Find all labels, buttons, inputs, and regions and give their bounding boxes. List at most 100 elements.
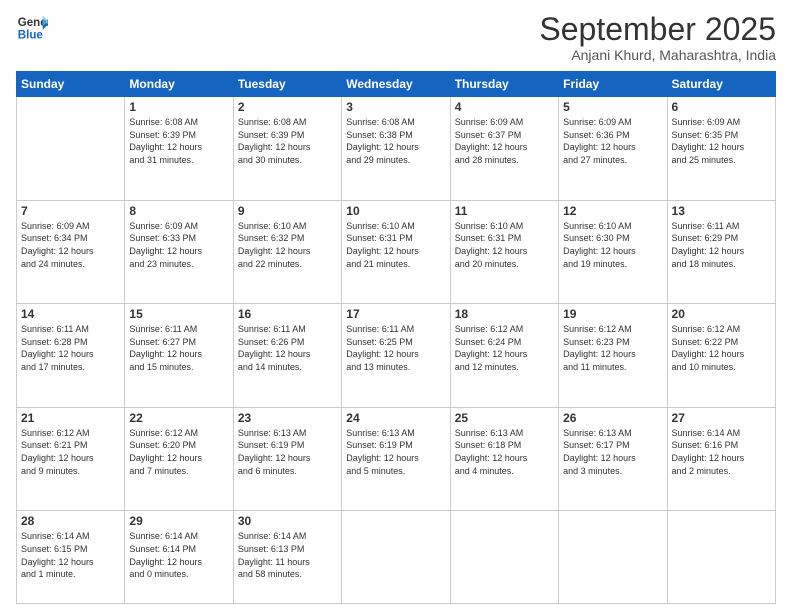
day-number: 12 (563, 204, 662, 218)
weekday-header-thursday: Thursday (450, 72, 558, 97)
day-number: 3 (346, 100, 445, 114)
header: General Blue September 2025 Anjani Khurd… (16, 12, 776, 63)
day-info: Sunrise: 6:14 AM Sunset: 6:13 PM Dayligh… (238, 530, 337, 580)
day-number: 26 (563, 411, 662, 425)
day-info: Sunrise: 6:12 AM Sunset: 6:24 PM Dayligh… (455, 323, 554, 373)
calendar-cell: 23 Sunrise: 6:13 AM Sunset: 6:19 PM Dayli… (233, 407, 341, 511)
day-info: Sunrise: 6:11 AM Sunset: 6:29 PM Dayligh… (672, 220, 771, 270)
day-number: 4 (455, 100, 554, 114)
day-number: 24 (346, 411, 445, 425)
calendar-cell: 5 Sunrise: 6:09 AM Sunset: 6:36 PM Daylig… (559, 97, 667, 201)
day-number: 18 (455, 307, 554, 321)
day-info: Sunrise: 6:09 AM Sunset: 6:36 PM Dayligh… (563, 116, 662, 166)
logo-icon: General Blue (16, 12, 48, 44)
day-info: Sunrise: 6:13 AM Sunset: 6:19 PM Dayligh… (238, 427, 337, 477)
weekday-header-sunday: Sunday (17, 72, 125, 97)
weekday-header-tuesday: Tuesday (233, 72, 341, 97)
day-number: 6 (672, 100, 771, 114)
calendar-cell: 17Sunrise: 6:11 AM Sunset: 6:25 PM Dayli… (342, 304, 450, 408)
calendar-cell: 29Sunrise: 6:14 AM Sunset: 6:14 PM Dayli… (125, 511, 233, 604)
day-number: 11 (455, 204, 554, 218)
calendar-cell (667, 511, 775, 604)
day-number: 17 (346, 307, 445, 321)
day-info: Sunrise: 6:11 AM Sunset: 6:27 PM Dayligh… (129, 323, 228, 373)
calendar-cell: 25Sunrise: 6:13 AM Sunset: 6:18 PM Dayli… (450, 407, 558, 511)
calendar-cell: 4 Sunrise: 6:09 AM Sunset: 6:37 PM Daylig… (450, 97, 558, 201)
day-number: 21 (21, 411, 120, 425)
day-info: Sunrise: 6:09 AM Sunset: 6:35 PM Dayligh… (672, 116, 771, 166)
day-info: Sunrise: 6:10 AM Sunset: 6:30 PM Dayligh… (563, 220, 662, 270)
day-info: Sunrise: 6:10 AM Sunset: 6:31 PM Dayligh… (346, 220, 445, 270)
day-info: Sunrise: 6:12 AM Sunset: 6:20 PM Dayligh… (129, 427, 228, 477)
calendar-cell: 22 Sunrise: 6:12 AM Sunset: 6:20 PM Dayli… (125, 407, 233, 511)
day-info: Sunrise: 6:14 AM Sunset: 6:15 PM Dayligh… (21, 530, 120, 580)
day-info: Sunrise: 6:10 AM Sunset: 6:31 PM Dayligh… (455, 220, 554, 270)
day-info: Sunrise: 6:13 AM Sunset: 6:18 PM Dayligh… (455, 427, 554, 477)
day-number: 20 (672, 307, 771, 321)
day-number: 19 (563, 307, 662, 321)
day-number: 1 (129, 100, 228, 114)
calendar-cell (559, 511, 667, 604)
calendar-cell: 21 Sunrise: 6:12 AM Sunset: 6:21 PM Dayli… (17, 407, 125, 511)
weekday-header-friday: Friday (559, 72, 667, 97)
calendar-cell: 24 Sunrise: 6:13 AM Sunset: 6:19 PM Dayli… (342, 407, 450, 511)
calendar-cell: 27 Sunrise: 6:14 AM Sunset: 6:16 PM Dayli… (667, 407, 775, 511)
day-number: 2 (238, 100, 337, 114)
day-info: Sunrise: 6:08 AM Sunset: 6:39 PM Dayligh… (238, 116, 337, 166)
logo: General Blue (16, 12, 48, 44)
calendar-cell: 15 Sunrise: 6:11 AM Sunset: 6:27 PM Dayli… (125, 304, 233, 408)
day-number: 14 (21, 307, 120, 321)
calendar-cell (342, 511, 450, 604)
day-number: 27 (672, 411, 771, 425)
day-number: 10 (346, 204, 445, 218)
calendar-cell (450, 511, 558, 604)
day-number: 7 (21, 204, 120, 218)
day-number: 22 (129, 411, 228, 425)
day-info: Sunrise: 6:08 AM Sunset: 6:39 PM Dayligh… (129, 116, 228, 166)
location-subtitle: Anjani Khurd, Maharashtra, India (539, 47, 776, 63)
weekday-header-wednesday: Wednesday (342, 72, 450, 97)
day-number: 13 (672, 204, 771, 218)
calendar-cell: 30 Sunrise: 6:14 AM Sunset: 6:13 PM Dayli… (233, 511, 341, 604)
calendar-cell: 8 Sunrise: 6:09 AM Sunset: 6:33 PM Daylig… (125, 200, 233, 304)
day-number: 9 (238, 204, 337, 218)
day-info: Sunrise: 6:08 AM Sunset: 6:38 PM Dayligh… (346, 116, 445, 166)
day-info: Sunrise: 6:13 AM Sunset: 6:19 PM Dayligh… (346, 427, 445, 477)
calendar-cell: 19Sunrise: 6:12 AM Sunset: 6:23 PM Dayli… (559, 304, 667, 408)
weekday-header-monday: Monday (125, 72, 233, 97)
calendar-week-5: 28 Sunrise: 6:14 AM Sunset: 6:15 PM Dayli… (17, 511, 776, 604)
day-number: 8 (129, 204, 228, 218)
day-number: 16 (238, 307, 337, 321)
day-info: Sunrise: 6:11 AM Sunset: 6:26 PM Dayligh… (238, 323, 337, 373)
calendar-cell: 9 Sunrise: 6:10 AM Sunset: 6:32 PM Daylig… (233, 200, 341, 304)
day-number: 5 (563, 100, 662, 114)
calendar-cell: 2 Sunrise: 6:08 AM Sunset: 6:39 PM Daylig… (233, 97, 341, 201)
day-number: 30 (238, 514, 337, 528)
day-number: 28 (21, 514, 120, 528)
day-info: Sunrise: 6:10 AM Sunset: 6:32 PM Dayligh… (238, 220, 337, 270)
day-info: Sunrise: 6:14 AM Sunset: 6:16 PM Dayligh… (672, 427, 771, 477)
day-info: Sunrise: 6:09 AM Sunset: 6:37 PM Dayligh… (455, 116, 554, 166)
calendar-table: SundayMondayTuesdayWednesdayThursdayFrid… (16, 71, 776, 604)
calendar-cell: 1 Sunrise: 6:08 AM Sunset: 6:39 PM Daylig… (125, 97, 233, 201)
day-info: Sunrise: 6:12 AM Sunset: 6:22 PM Dayligh… (672, 323, 771, 373)
day-number: 23 (238, 411, 337, 425)
title-block: September 2025 Anjani Khurd, Maharashtra… (539, 12, 776, 63)
page: General Blue September 2025 Anjani Khurd… (0, 0, 792, 612)
calendar-week-3: 14 Sunrise: 6:11 AM Sunset: 6:28 PM Dayli… (17, 304, 776, 408)
calendar-cell: 26Sunrise: 6:13 AM Sunset: 6:17 PM Dayli… (559, 407, 667, 511)
weekday-header-row: SundayMondayTuesdayWednesdayThursdayFrid… (17, 72, 776, 97)
day-number: 15 (129, 307, 228, 321)
day-info: Sunrise: 6:12 AM Sunset: 6:21 PM Dayligh… (21, 427, 120, 477)
calendar-cell: 13 Sunrise: 6:11 AM Sunset: 6:29 PM Dayli… (667, 200, 775, 304)
calendar-cell: 16 Sunrise: 6:11 AM Sunset: 6:26 PM Dayli… (233, 304, 341, 408)
svg-text:Blue: Blue (18, 30, 44, 42)
calendar-cell: 18 Sunrise: 6:12 AM Sunset: 6:24 PM Dayli… (450, 304, 558, 408)
calendar-cell: 6 Sunrise: 6:09 AM Sunset: 6:35 PM Daylig… (667, 97, 775, 201)
day-info: Sunrise: 6:11 AM Sunset: 6:28 PM Dayligh… (21, 323, 120, 373)
calendar-week-1: 1 Sunrise: 6:08 AM Sunset: 6:39 PM Daylig… (17, 97, 776, 201)
calendar-cell: 14 Sunrise: 6:11 AM Sunset: 6:28 PM Dayli… (17, 304, 125, 408)
calendar-cell (17, 97, 125, 201)
day-info: Sunrise: 6:09 AM Sunset: 6:34 PM Dayligh… (21, 220, 120, 270)
day-info: Sunrise: 6:09 AM Sunset: 6:33 PM Dayligh… (129, 220, 228, 270)
